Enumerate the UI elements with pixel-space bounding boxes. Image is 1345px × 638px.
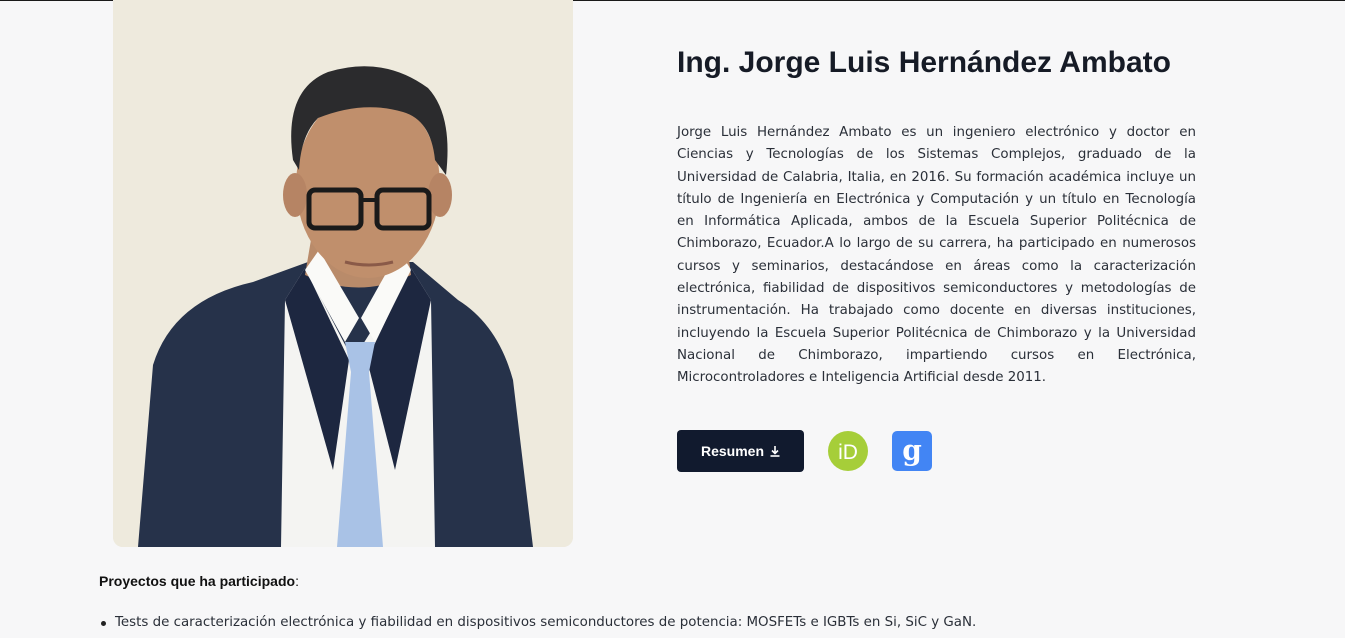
profile-bio: Jorge Luis Hernández Ambato es un ingeni… — [677, 125, 1196, 386]
orcid-icon[interactable]: iD — [828, 431, 868, 471]
profile-photo — [113, 0, 573, 547]
google-scholar-icon[interactable]: g — [892, 431, 932, 471]
google-scholar-icon-label: g — [902, 434, 922, 467]
projects-list: Tests de caracterización electrónica y f… — [99, 614, 1249, 632]
download-icon — [770, 445, 780, 457]
projects-heading-label: Proyectos que ha participado — [99, 573, 296, 589]
profile-actions: Resumen iD g — [677, 430, 932, 472]
projects-heading-colon: : — [295, 573, 299, 589]
orcid-icon-label: iD — [838, 441, 858, 464]
list-item: Tests de caracterización electrónica y f… — [99, 614, 1249, 632]
resume-download-button[interactable]: Resumen — [677, 430, 804, 472]
resume-button-label: Resumen — [700, 443, 765, 459]
profile-name: Ing. Jorge Luis Hernández Ambato — [677, 46, 1171, 79]
projects-heading: Proyectos que ha participado: — [99, 573, 299, 589]
